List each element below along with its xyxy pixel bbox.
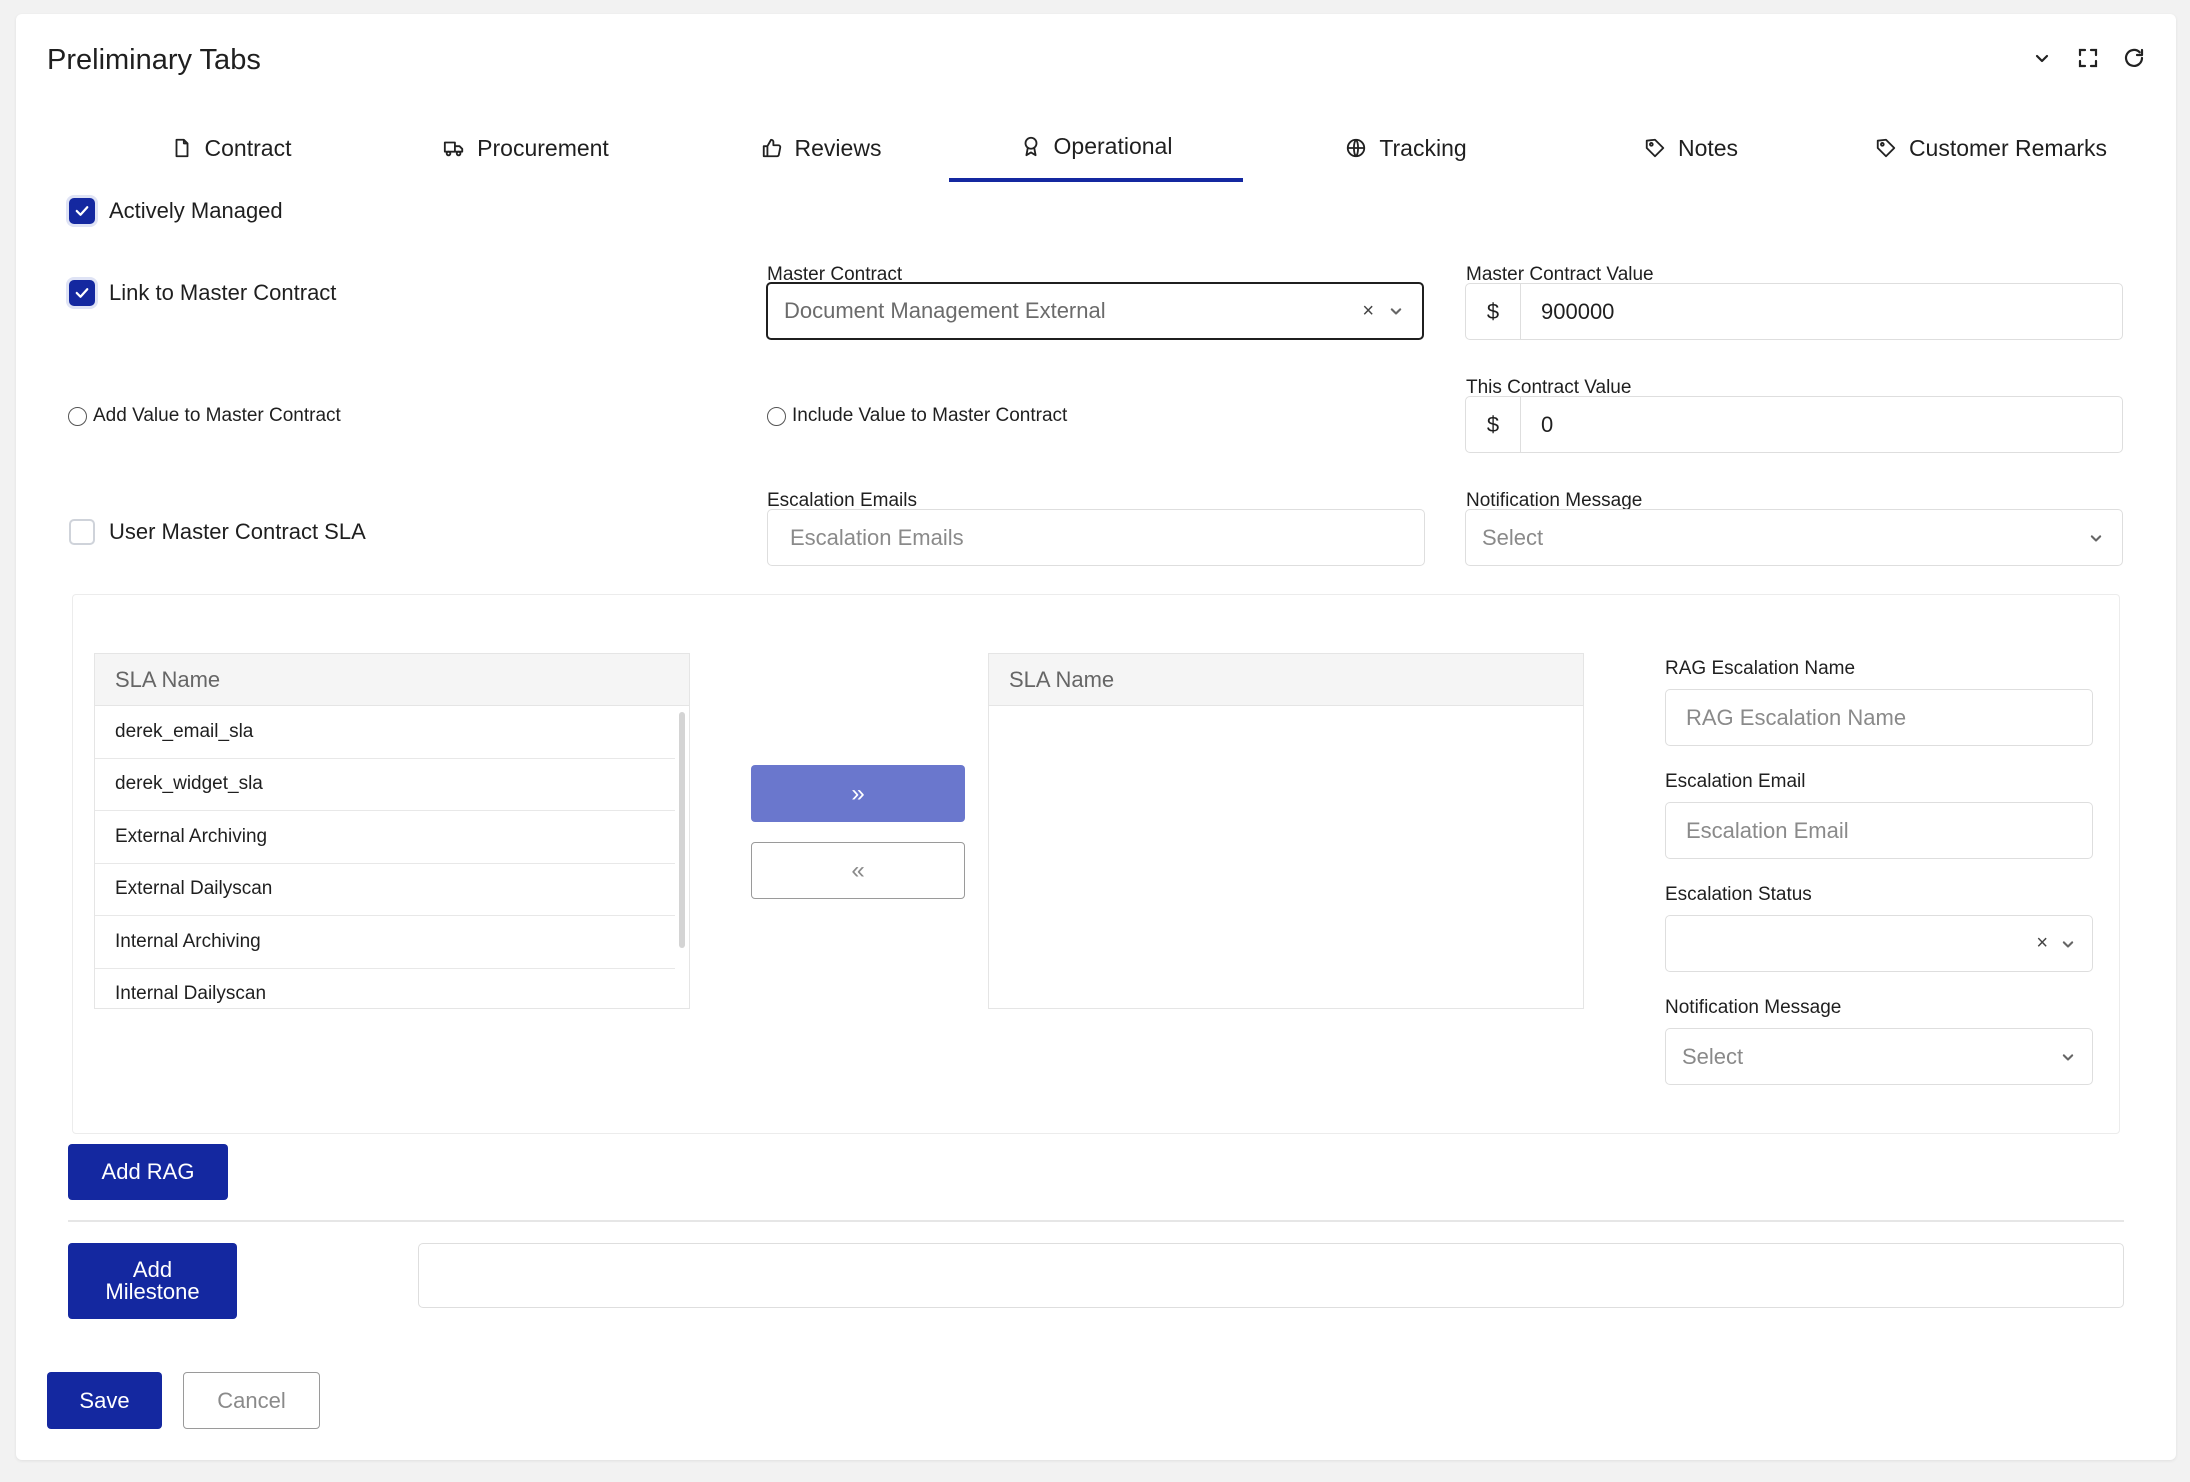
include-value-master-radio[interactable]: Include Value to Master Contract: [767, 405, 1067, 427]
this-contract-value-input[interactable]: $ 0: [1465, 396, 2123, 453]
list-item[interactable]: External Archiving: [95, 811, 675, 864]
user-master-sla-label: User Master Contract SLA: [109, 519, 366, 544]
chevron-down-icon[interactable]: [2058, 1047, 2078, 1067]
master-contract-value-text: 900000: [1541, 298, 1615, 324]
fullscreen-icon[interactable]: [2076, 46, 2100, 75]
chevron-down-icon[interactable]: [1386, 301, 1406, 321]
rag-escalation-name-label: RAG Escalation Name: [1665, 658, 1856, 679]
document-icon: [175, 138, 188, 158]
radio-button[interactable]: [767, 406, 786, 426]
tab-tracking[interactable]: Tracking: [1296, 114, 1516, 182]
chevron-down-icon[interactable]: [2058, 934, 2078, 954]
rag-escalation-name-input[interactable]: RAG Escalation Name: [1665, 689, 2093, 746]
escalation-status-select[interactable]: ×: [1665, 915, 2093, 972]
user-master-sla-checkbox[interactable]: User Master Contract SLA: [69, 519, 366, 545]
tab-procurement[interactable]: Procurement: [406, 114, 646, 182]
tab-label: Procurement: [477, 134, 609, 161]
escalation-emails-placeholder: Escalation Emails: [790, 524, 964, 550]
save-button[interactable]: Save: [47, 1372, 162, 1429]
tab-customer-remarks[interactable]: Customer Remarks: [1846, 114, 2136, 182]
selected-sla-list[interactable]: SLA Name: [988, 653, 1584, 1009]
add-milestone-label-line2: Milestone: [105, 1279, 200, 1304]
window-controls: [2030, 46, 2146, 75]
master-contract-value: Document Management External: [784, 298, 1106, 323]
truck-icon: [444, 141, 464, 157]
rag-notification-message-select[interactable]: Select: [1665, 1028, 2093, 1085]
tab-operational[interactable]: Operational: [949, 114, 1243, 182]
scrollbar[interactable]: [679, 712, 685, 948]
list-item[interactable]: Internal Archiving: [95, 916, 675, 969]
cancel-button[interactable]: Cancel: [183, 1372, 320, 1429]
list-item[interactable]: derek_email_sla: [95, 706, 675, 759]
list-item[interactable]: Internal Dailyscan: [95, 969, 675, 1009]
escalation-status-label: Escalation Status: [1665, 884, 1812, 905]
escalation-email-label: Escalation Email: [1665, 771, 1806, 792]
currency-prefix: $: [1466, 284, 1521, 339]
notification-message-select[interactable]: Select: [1465, 509, 2123, 566]
tag-icon: [1876, 138, 1896, 158]
this-contract-value-text: 0: [1541, 411, 1554, 437]
currency-prefix: $: [1466, 397, 1521, 452]
sla-section: SLA Name derek_email_sla derek_widget_sl…: [72, 594, 2120, 1134]
notification-message-value: Select: [1482, 524, 1544, 550]
actively-managed-label: Actively Managed: [109, 198, 283, 223]
radio-button[interactable]: [68, 406, 87, 426]
list-header: SLA Name: [95, 654, 689, 706]
award-icon: [1024, 136, 1037, 157]
rag-notification-message-value: Select: [1682, 1043, 1744, 1069]
checkbox-checked[interactable]: [69, 198, 95, 224]
rag-escalation-name-placeholder: RAG Escalation Name: [1686, 704, 1907, 730]
tag-icon: [1645, 138, 1665, 158]
include-value-master-label: Include Value to Master Contract: [792, 405, 1068, 426]
checkbox-checked[interactable]: [69, 280, 95, 306]
escalation-email-input[interactable]: Escalation Email: [1665, 802, 2093, 859]
escalation-email-placeholder: Escalation Email: [1686, 817, 1849, 843]
tab-reviews[interactable]: Reviews: [716, 114, 926, 182]
clear-icon[interactable]: ×: [1362, 300, 1374, 323]
tab-label: Contract: [204, 134, 292, 161]
move-right-button[interactable]: »: [751, 765, 965, 822]
preliminary-tabs-panel: Preliminary Tabs Contract Procurement Re…: [16, 14, 2176, 1460]
tab-notes[interactable]: Notes: [1596, 114, 1786, 182]
move-left-button[interactable]: «: [751, 842, 965, 899]
clear-icon[interactable]: ×: [2036, 932, 2048, 955]
list-item[interactable]: External Dailyscan: [95, 864, 675, 916]
thumbs-up-icon: [762, 138, 781, 158]
tab-label: Operational: [1053, 132, 1173, 159]
actively-managed-checkbox[interactable]: Actively Managed: [69, 198, 283, 224]
tab-label: Customer Remarks: [1908, 134, 2108, 161]
link-master-contract-checkbox[interactable]: Link to Master Contract: [69, 280, 336, 306]
divider: [68, 1220, 2124, 1222]
add-milestone-button[interactable]: Add Milestone: [68, 1243, 237, 1319]
escalation-emails-input[interactable]: Escalation Emails: [767, 509, 1425, 566]
add-value-master-label: Add Value to Master Contract: [93, 405, 341, 426]
add-value-master-radio[interactable]: Add Value to Master Contract: [68, 405, 341, 427]
milestone-input[interactable]: [418, 1243, 2124, 1308]
master-contract-select[interactable]: Document Management External ×: [766, 282, 1424, 340]
master-contract-value-input[interactable]: $ 900000: [1465, 283, 2123, 340]
add-rag-button[interactable]: Add RAG: [68, 1144, 228, 1200]
rag-notification-message-label: Notification Message: [1665, 997, 1842, 1018]
refresh-icon[interactable]: [2122, 46, 2146, 75]
list-header: SLA Name: [989, 654, 1583, 706]
link-master-contract-label: Link to Master Contract: [109, 280, 337, 305]
tab-label: Notes: [1677, 134, 1739, 161]
tab-bar: Contract Procurement Reviews Operational…: [16, 114, 2176, 182]
available-sla-list[interactable]: SLA Name derek_email_sla derek_widget_sl…: [94, 653, 690, 1009]
add-milestone-label-line1: Add: [132, 1257, 173, 1282]
tab-label: Tracking: [1379, 134, 1467, 161]
checkbox-unchecked[interactable]: [69, 519, 95, 545]
globe-icon: [1347, 138, 1366, 158]
chevron-down-icon[interactable]: [2030, 46, 2054, 75]
tab-label: Reviews: [794, 134, 882, 161]
panel-title: Preliminary Tabs: [47, 44, 261, 76]
chevron-down-icon[interactable]: [2086, 528, 2106, 548]
tab-contract[interactable]: Contract: [126, 114, 336, 182]
list-item[interactable]: derek_widget_sla: [95, 759, 675, 811]
